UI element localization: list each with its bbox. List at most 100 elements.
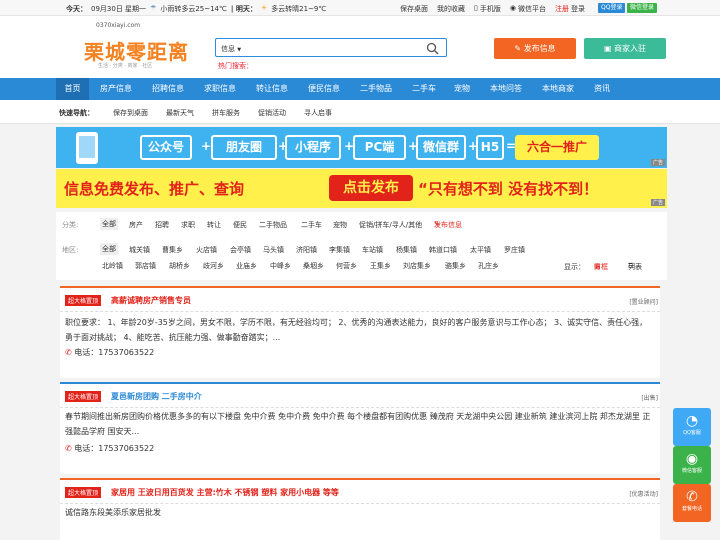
qq-login-button[interactable]: QQ登录 <box>598 3 626 13</box>
region-filter[interactable]: 罗庄镇 <box>504 245 525 255</box>
quick-link[interactable]: 保存到桌面 <box>113 108 148 118</box>
category-filter[interactable]: 便民 <box>233 220 247 230</box>
listing-card[interactable]: 超大格置顶 夏邑新房团购 二手房中介 [出售] 春节期间推出新房团购价格优惠多多… <box>60 382 660 474</box>
nav-item[interactable]: 本地商家 <box>534 78 582 100</box>
nav-item[interactable]: 求职信息 <box>196 78 244 100</box>
save-desktop-link[interactable]: 保存桌面 <box>400 4 428 14</box>
site-logo[interactable]: 0370xiayi.com 栗城零距离 生活 · 分类 · 商家 · 社区 <box>70 22 190 78</box>
register-link[interactable]: 注册 <box>555 4 569 14</box>
quick-link[interactable]: 寻人启事 <box>304 108 332 118</box>
category-filter[interactable]: 宠物 <box>333 220 347 230</box>
region-filter[interactable]: 郭店镇 <box>135 261 156 271</box>
banner-item: 公众号 <box>140 135 192 160</box>
listing-title[interactable]: 夏邑新房团购 二手房中介 <box>111 391 202 402</box>
region-filter[interactable]: 业庙乡 <box>236 261 257 271</box>
category-filter[interactable]: 房产 <box>129 220 143 230</box>
region-filter[interactable]: 孔庄乡 <box>478 261 499 271</box>
login-link[interactable]: 登录 <box>571 4 585 14</box>
region-filter[interactable]: 桑堌乡 <box>303 261 324 271</box>
banner-item: 六合一推广 <box>515 135 599 160</box>
region-filter[interactable]: 何营乡 <box>336 261 357 271</box>
region-filter[interactable]: 马头镇 <box>263 245 284 255</box>
category-filter[interactable]: 转让 <box>207 220 221 230</box>
nav-item[interactable]: 房产信息 <box>92 78 140 100</box>
banner-item: 微信群 <box>416 135 466 160</box>
ad-tag: 广告 <box>650 199 665 206</box>
wechat-link[interactable]: 微信平台 <box>518 4 546 14</box>
phone-number[interactable]: ✆ 电话：17537063522 <box>65 443 154 454</box>
region-filter[interactable]: 歧河乡 <box>203 261 224 271</box>
category-filter[interactable]: 二手车 <box>301 220 322 230</box>
weather-tomorrow: 多云转晴21~9℃ <box>271 5 327 13</box>
quick-link[interactable]: 促销活动 <box>258 108 286 118</box>
logo-slogan: 生活 · 分类 · 商家 · 社区 <box>98 63 153 69</box>
listing-title[interactable]: 家居用 王波日用百货发 主营:竹木 不锈钢 塑料 家用小电器 等等 <box>111 487 339 498</box>
region-filter[interactable]: 火店镇 <box>196 245 217 255</box>
qq-icon: ◔ <box>685 413 699 429</box>
region-filter[interactable]: 全部 <box>100 243 118 255</box>
favorites-link[interactable]: 我的收藏 <box>437 4 465 14</box>
mobile-link[interactable]: 手机版 <box>480 4 501 14</box>
region-filter[interactable]: 会亭镇 <box>230 245 251 255</box>
merchant-join-button[interactable]: ▣ 商家入驻 <box>584 38 666 59</box>
region-filter[interactable]: 车站镇 <box>362 245 383 255</box>
region-filter[interactable]: 曹集乡 <box>162 245 183 255</box>
listing-card[interactable]: 超大格置顶 高薪诚聘房产销售专员 [置业顾问] 职位要求： 1、年龄20岁-35… <box>60 286 660 378</box>
category-filter[interactable]: 二手物品 <box>259 220 287 230</box>
nav-item[interactable]: 转让信息 <box>248 78 296 100</box>
category-filter[interactable]: 招聘 <box>155 220 169 230</box>
category-filter[interactable]: 促销/拼车/寻人/其他 <box>359 220 422 230</box>
listing-title[interactable]: 高薪诚聘房产销售专员 <box>111 295 191 306</box>
banner-item: PC端 <box>353 135 406 160</box>
nav-item[interactable]: 宠物 <box>446 78 478 100</box>
region-filter[interactable]: 王集乡 <box>370 261 391 271</box>
wechat-service-button[interactable]: ◉ 微信客服 <box>673 446 711 484</box>
listing-card[interactable]: 超大格置顶 家居用 王波日用百货发 主营:竹木 不锈钢 塑料 家用小电器 等等 … <box>60 478 660 540</box>
region-filter[interactable]: 韩道口镇 <box>429 245 457 255</box>
region-filter[interactable]: 太平镇 <box>470 245 491 255</box>
region-filter[interactable]: 北岭镇 <box>102 261 123 271</box>
nav-item[interactable]: 首页 <box>56 78 89 100</box>
search-input[interactable] <box>250 41 420 54</box>
rain-icon: ☂ <box>150 4 157 12</box>
region-filter[interactable]: 济阳镇 <box>296 245 317 255</box>
nav-item[interactable]: 二手物品 <box>352 78 400 100</box>
weather-today: 小雨转多云25~14℃ <box>160 5 227 13</box>
listing-body: 职位要求： 1、年龄20岁-35岁之间，男女不限，学历不限，有无经验均可； 2、… <box>65 318 648 342</box>
region-filter[interactable]: 骆集乡 <box>445 261 466 271</box>
promo-banner[interactable]: 公众号 + 朋友圈 + 小程序 + PC端 + 微信群 + H5 = 六合一推广… <box>56 127 667 168</box>
phone-service-button[interactable]: ✆ 套餐电话 <box>673 484 711 522</box>
region-filter[interactable]: 城关镇 <box>129 245 150 255</box>
header: 0370xiayi.com 栗城零距离 生活 · 分类 · 商家 · 社区 信息… <box>0 16 720 78</box>
region-filter[interactable]: 李集镇 <box>329 245 350 255</box>
phone-number[interactable]: ✆ 电话：17537063522 <box>65 347 154 358</box>
top-bar: 今天： 09月30日 星期一 ☂ 小雨转多云25~14℃ | 明天： ☀ 多云转… <box>0 0 720 16</box>
quick-link[interactable]: 拼车服务 <box>212 108 240 118</box>
store-icon: ▣ <box>603 44 612 53</box>
side-label: 微信客服 <box>681 468 702 474</box>
category-filter[interactable]: 全部 <box>100 218 118 230</box>
search-category-select[interactable]: 信息 ▼ <box>221 44 241 54</box>
region-filter[interactable]: 刘店集乡 <box>403 261 431 271</box>
region-filter[interactable]: 杨集镇 <box>396 245 417 255</box>
quick-link[interactable]: 最新天气 <box>166 108 194 118</box>
listing-tag: [置业顾问] <box>629 299 658 306</box>
nav-item[interactable]: 招聘信息 <box>144 78 192 100</box>
qq-service-button[interactable]: ◔ QQ客服 <box>673 408 711 446</box>
nav-item[interactable]: 二手车 <box>404 78 444 100</box>
search-icon[interactable] <box>426 42 439 55</box>
top-badge: 超大格置顶 <box>65 295 102 306</box>
region-filter[interactable]: 胡桥乡 <box>169 261 190 271</box>
wechat-login-button[interactable]: 微信登录 <box>627 3 658 13</box>
nav-item[interactable]: 资讯 <box>586 78 618 100</box>
publish-banner[interactable]: 信息免费发布、推广、查询 点击发布 “只有想不到 没有找不到！ 广告 <box>56 169 667 208</box>
date-text: 09月30日 星期一 <box>91 5 147 13</box>
listing-tag: [出售] <box>641 395 658 402</box>
publish-button[interactable]: ✎ 发布信息 <box>494 38 576 59</box>
today-label: 今天： <box>66 5 87 13</box>
nav-item[interactable]: 便民信息 <box>300 78 348 100</box>
category-filter[interactable]: 求职 <box>181 220 195 230</box>
region-filter[interactable]: 中峰乡 <box>270 261 291 271</box>
banner2-button[interactable]: 点击发布 <box>329 175 413 201</box>
nav-item[interactable]: 本地问答 <box>482 78 530 100</box>
